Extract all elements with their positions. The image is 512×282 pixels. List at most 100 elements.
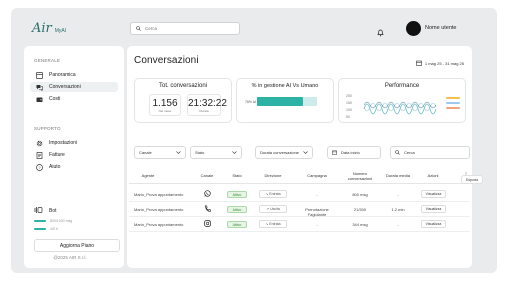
table-search[interactable]: Cerca — [390, 146, 470, 159]
col-campagna: Campagna — [307, 173, 327, 178]
export-button[interactable]: Esporta — [461, 175, 483, 184]
view-button[interactable]: Visualizza — [421, 190, 446, 198]
view-button[interactable]: Visualizza — [421, 205, 446, 213]
filter-durata[interactable]: Durata conversazione — [255, 146, 313, 159]
ai-label: 76% AI — [245, 100, 257, 104]
sidebar-item-impostazioni[interactable]: Impostazioni — [30, 138, 118, 148]
date-range-picker[interactable]: 1 mag 25 - 31 mag 25 — [416, 58, 464, 68]
status-badge: Attivo — [227, 205, 247, 213]
direction-chip: ↘ Entrata — [259, 220, 287, 228]
stat-value: 1.156 — [152, 98, 178, 109]
ai-progress-fill — [257, 97, 303, 106]
sidebar-item-label: Impostazioni — [49, 140, 78, 146]
cell-campagna: - — [316, 222, 318, 227]
gear-icon — [36, 140, 43, 147]
card-total-conversations: Tot. conversazioni 1.156 Nel mese 21:32:… — [134, 78, 232, 123]
usage-hours: 4/5 h — [34, 225, 88, 232]
invoice-icon — [36, 151, 43, 159]
status-badge: Attivo — [227, 190, 247, 198]
table-search-placeholder: Cerca — [404, 150, 415, 155]
stat-duration: 21:32:22 Durata — [187, 94, 227, 116]
direction-label: Entrata — [269, 192, 281, 196]
cell-campagna: - — [316, 192, 318, 197]
upgrade-button[interactable]: Aggiorna Piano — [34, 239, 120, 252]
copyright: @2025 AIR S.r.l. — [53, 255, 87, 260]
topbar: Nome utente — [130, 19, 475, 39]
chevron-down-icon — [232, 150, 237, 155]
performance-chart: 200 150 100 50 — [346, 94, 437, 119]
logo-text: Air — [32, 21, 52, 36]
filter-label: Data inizio — [341, 150, 360, 155]
cell-agente: Mario_Prova appuntamento — [134, 207, 184, 212]
perf-tick: 50 — [346, 115, 350, 119]
cell-agente: Mario_Prova appuntamento — [134, 222, 184, 227]
whatsapp-icon — [204, 190, 211, 198]
search-input[interactable] — [145, 26, 235, 31]
card-title: Tot. conversazioni — [158, 83, 208, 89]
cell-numero: 344 msg — [352, 222, 368, 227]
performance-legend — [446, 97, 460, 109]
col-durata: Durata media — [385, 173, 410, 178]
instagram-icon — [204, 220, 211, 228]
usage-text: 800/1000 msg — [50, 218, 73, 223]
filter-label: Durata conversazione — [260, 150, 299, 155]
table-header: Agente Canale Stato Direzione Campagna N… — [129, 170, 470, 184]
card-title: Performance — [384, 83, 420, 89]
avatar[interactable] — [406, 21, 421, 36]
table-row[interactable]: Mario_Prova appuntamento Attivo ↘ Entrat… — [129, 217, 470, 232]
cell-numero: 800 msg — [352, 192, 368, 197]
bell-icon[interactable] — [377, 24, 384, 42]
legend-swatch — [446, 107, 460, 109]
col-azioni: Azioni — [427, 173, 439, 178]
col-stato: Stato — [232, 173, 242, 178]
usage-bar — [34, 219, 46, 222]
direction-label: Uscita — [270, 207, 280, 211]
sidebar-item-costi[interactable]: Costi — [30, 94, 118, 104]
sidebar-item-conversazioni[interactable]: Conversazioni — [30, 82, 118, 92]
svg-text:?: ? — [38, 165, 41, 170]
filter-data-inizio[interactable]: Data inizio — [327, 146, 381, 159]
date-range-text: 1 mag 25 - 31 mag 25 — [424, 60, 464, 66]
phone-icon — [204, 205, 211, 213]
filter-stato[interactable]: Stato — [190, 146, 242, 159]
calendar-icon — [416, 60, 422, 67]
stat-label: Durata — [199, 109, 209, 113]
sidebar-item-label: Fatture — [49, 152, 65, 158]
card-performance: Performance 200 150 100 50 — [338, 78, 466, 123]
stat-value: 21:32:22 — [188, 98, 227, 109]
col-canale: Canale — [200, 173, 214, 178]
sidebar-item-label: Costi — [49, 96, 61, 102]
sidebar: Air MyAI GENERALE Panoramica Conversazion… — [20, 14, 126, 269]
cell-campagna: Prenotazione Fagiolante — [305, 207, 329, 217]
table-row[interactable]: Mario_Prova appuntamento Attivo ↘ Entrat… — [129, 187, 470, 202]
sidebar-item-panoramica[interactable]: Panoramica — [30, 70, 118, 80]
layout-icon — [36, 71, 43, 79]
cell-durata: 1.2 min — [391, 207, 405, 212]
calendar-icon — [332, 150, 337, 156]
view-button[interactable]: Visualizza — [421, 220, 446, 228]
card-ai-vs-human: % in gestione AI Vs Umano 76% AI — [236, 78, 334, 123]
filter-canale[interactable]: Canale — [134, 146, 186, 159]
app: Air MyAI GENERALE Panoramica Conversazion… — [20, 14, 495, 269]
status-badge: Attivo — [227, 220, 247, 228]
sidebar-item-aiuto[interactable]: ? Aiuto — [30, 162, 118, 172]
help-icon: ? — [36, 163, 43, 171]
section-title-support: SUPPORTO — [34, 126, 61, 131]
bot-icon — [34, 206, 43, 216]
search-box[interactable] — [130, 22, 240, 35]
sidebar-item-label: Aiuto — [49, 164, 61, 170]
cell-durata: - — [397, 222, 399, 227]
card-title: % in gestione AI Vs Umano — [251, 83, 319, 89]
sidebar-item-label: Panoramica — [49, 72, 76, 78]
col-numero: Numero conversazioni — [347, 171, 373, 181]
sidebar-item-fatture[interactable]: Fatture — [30, 150, 118, 160]
direction-label: Entrata — [269, 222, 281, 226]
col-direzione: Direzione — [264, 173, 282, 178]
direction-chip: ↗ Uscita — [259, 205, 287, 213]
cell-numero: 21/300 — [353, 207, 367, 212]
user-name[interactable]: Nome utente — [425, 25, 457, 31]
table-row[interactable]: Mario_Prova appuntamento Attivo ↗ Uscita… — [129, 202, 470, 217]
search-icon — [395, 149, 400, 156]
logo[interactable]: Air MyAI — [32, 21, 66, 36]
chevron-down-icon — [303, 150, 308, 155]
